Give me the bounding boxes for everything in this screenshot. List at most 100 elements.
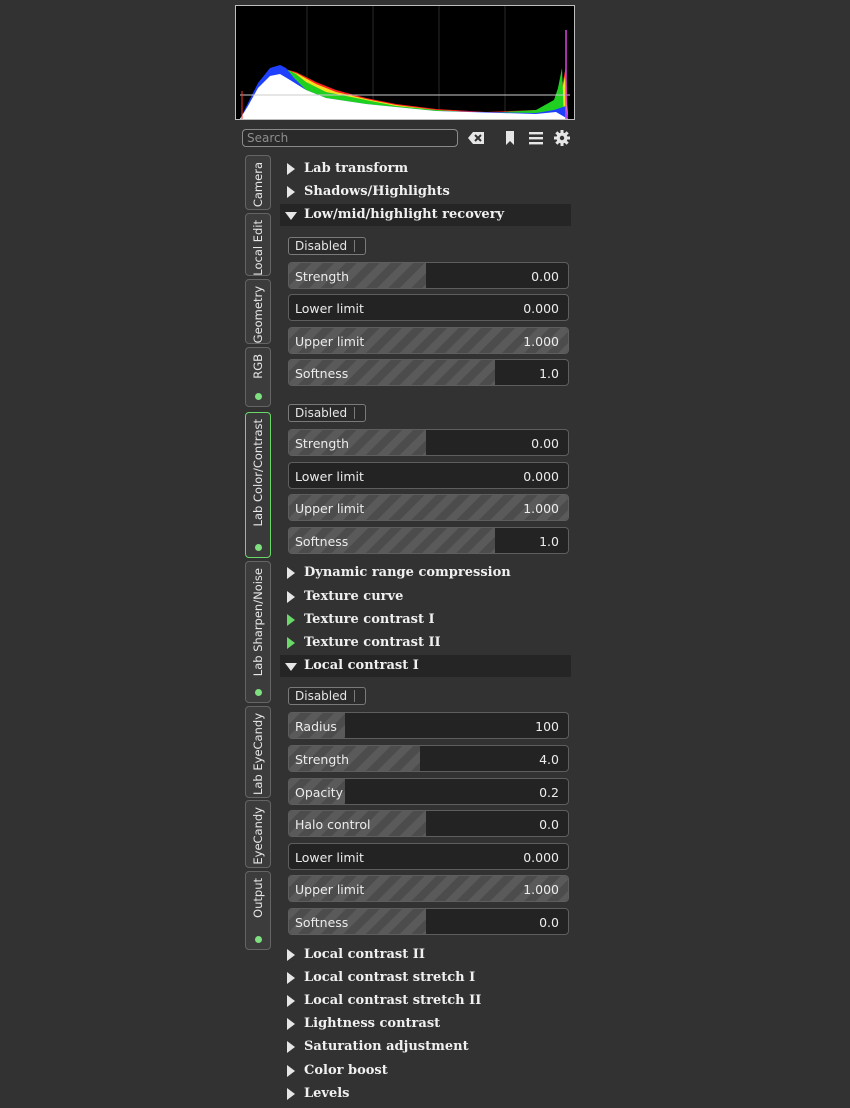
tab-lab-color-contrast[interactable]: Lab Color/Contrast <box>245 412 271 558</box>
tab-eyecandy[interactable]: EyeCandy <box>245 800 271 868</box>
tab-local-edit[interactable]: Local Edit <box>245 213 271 276</box>
expand-arrow-right-icon <box>287 995 295 1007</box>
tool-header-local-contrast-ii[interactable]: Local contrast II <box>280 944 571 966</box>
tool-header-texture-contrast-ii[interactable]: Texture contrast II <box>280 632 571 654</box>
tool-title: Lightness contrast <box>304 1016 441 1032</box>
tool-header-shadows-highlights[interactable]: Shadows/Highlights <box>280 181 571 203</box>
slider-opacity[interactable]: Opacity 0.2 <box>288 777 569 805</box>
slider-softness[interactable]: Softness 1.0 <box>288 526 569 554</box>
slider-label: Strength <box>295 268 350 284</box>
enable-toggle[interactable]: Disabled <box>288 404 366 422</box>
slider-label: Halo control <box>295 817 371 833</box>
toggle-label: Disabled <box>295 689 348 704</box>
tool-header-lightness-contrast[interactable]: Lightness contrast <box>280 1013 571 1035</box>
slider-label: Softness <box>295 533 349 549</box>
bookmark-icon[interactable] <box>500 128 520 148</box>
slider-label: Upper limit <box>295 333 365 349</box>
tool-title: Color boost <box>304 1062 388 1078</box>
tab-label: EyeCandy <box>251 807 265 865</box>
slider-lower-limit[interactable]: Lower limit 0.000 <box>288 842 569 870</box>
slider-value: 1.000 <box>523 501 559 517</box>
slider-value: 1.000 <box>523 333 559 349</box>
toggle-separator <box>354 690 355 703</box>
tool-header-saturation-adjustment[interactable]: Saturation adjustment <box>280 1036 571 1058</box>
expand-arrow-right-icon <box>287 613 295 626</box>
tab-enabled-indicator <box>254 689 262 696</box>
slider-value: 0.0 <box>539 817 559 833</box>
slider-value: 1.000 <box>523 882 559 898</box>
slider-label: Strength <box>295 436 350 451</box>
expand-arrow-right-icon <box>287 1018 295 1031</box>
slider-label: Opacity <box>295 784 344 800</box>
tool-header-local-contrast-i[interactable]: Local contrast I <box>280 655 571 678</box>
tab-label: RGB <box>251 354 265 379</box>
tool-header-low-mid-highlight-recovery[interactable]: Low/mid/highlight recovery <box>280 204 571 227</box>
tool-header-dynamic-range-compression[interactable]: Dynamic range compression <box>280 562 571 584</box>
slider-label: Lower limit <box>295 468 364 484</box>
expand-arrow-right-icon <box>287 567 295 580</box>
slider-lower-limit[interactable]: Lower limit 0.000 <box>288 461 569 489</box>
slider-upper-limit[interactable]: Upper limit 1.000 <box>288 326 569 354</box>
expand-arrow-down-icon <box>285 663 297 672</box>
slider-label: Lower limit <box>295 301 364 317</box>
tool-header-levels[interactable]: Levels <box>280 1083 571 1105</box>
slider-upper-limit[interactable]: Upper limit 1.000 <box>288 875 569 903</box>
tool-header-texture-contrast-i[interactable]: Texture contrast I <box>280 609 571 631</box>
tool-header-local-contrast-stretch-ii[interactable]: Local contrast stretch II <box>280 990 571 1012</box>
slider-softness[interactable]: Softness 0.0 <box>288 908 569 935</box>
tool-header-local-contrast-stretch-i[interactable]: Local contrast stretch I <box>280 967 571 989</box>
slider-value: 0.00 <box>531 268 559 284</box>
enable-toggle[interactable]: Disabled <box>288 236 366 255</box>
slider-value: 0.00 <box>531 436 559 451</box>
gear-icon[interactable] <box>552 128 572 148</box>
clear-search-icon[interactable] <box>466 128 486 148</box>
slider-lower-limit[interactable]: Lower limit 0.000 <box>288 294 569 322</box>
tab-output[interactable]: Output <box>245 871 271 950</box>
hamburger-menu-icon[interactable] <box>526 128 546 148</box>
histogram <box>235 5 575 120</box>
tool-title: Texture contrast I <box>304 611 435 627</box>
tool-header-lab-transform[interactable]: Lab transform <box>280 158 571 180</box>
slider-value: 4.0 <box>539 752 559 767</box>
slider-softness[interactable]: Softness 1.0 <box>288 359 569 387</box>
tool-title: Local contrast II <box>304 946 425 962</box>
slider-upper-limit[interactable]: Upper limit 1.000 <box>288 494 569 522</box>
expand-arrow-right-icon <box>287 971 295 984</box>
tool-header-color-boost[interactable]: Color boost <box>280 1060 571 1082</box>
slider-radius[interactable]: Radius 100 <box>288 712 569 740</box>
tab-lab-sharpen-noise[interactable]: Lab Sharpen/Noise <box>245 561 271 703</box>
slider-strength[interactable]: Strength 0.00 <box>288 261 569 289</box>
tab-geometry[interactable]: Geometry <box>245 279 271 344</box>
expand-arrow-right-icon <box>287 163 295 175</box>
search-input[interactable] <box>242 129 458 147</box>
tab-camera[interactable]: Camera <box>245 155 271 210</box>
expand-arrow-right-icon <box>287 590 295 603</box>
enable-toggle[interactable]: Disabled <box>288 687 366 706</box>
tool-title: Dynamic range compression <box>304 565 511 581</box>
toggle-label: Disabled <box>295 238 348 253</box>
tool-title: Saturation adjustment <box>304 1039 469 1055</box>
slider-label: Softness <box>295 915 349 930</box>
tab-label: Geometry <box>251 286 265 344</box>
tool-header-texture-curve[interactable]: Texture curve <box>280 586 571 608</box>
slider-value: 0.2 <box>539 784 559 800</box>
slider-label: Upper limit <box>295 882 365 898</box>
slider-value: 0.000 <box>523 468 559 484</box>
slider-strength[interactable]: Strength 0.00 <box>288 429 569 456</box>
slider-halo-control[interactable]: Halo control 0.0 <box>288 810 569 838</box>
tab-label: Output <box>251 878 265 918</box>
slider-strength[interactable]: Strength 4.0 <box>288 745 569 772</box>
tool-title: Lab transform <box>304 161 409 176</box>
slider-value: 0.0 <box>539 915 559 930</box>
tool-title: Levels <box>304 1085 350 1101</box>
expand-arrow-right-icon <box>287 186 295 199</box>
tool-title: Low/mid/highlight recovery <box>304 207 505 223</box>
histogram-plot <box>240 6 570 119</box>
slider-value: 0.000 <box>523 849 559 865</box>
slider-value: 100 <box>535 719 559 735</box>
tab-lab-eyecandy[interactable]: Lab EyeCandy <box>245 706 271 798</box>
slider-label: Lower limit <box>295 849 364 865</box>
tool-title: Texture curve <box>304 588 404 604</box>
tab-rgb[interactable]: RGB <box>245 347 271 407</box>
toggle-separator <box>354 239 355 252</box>
